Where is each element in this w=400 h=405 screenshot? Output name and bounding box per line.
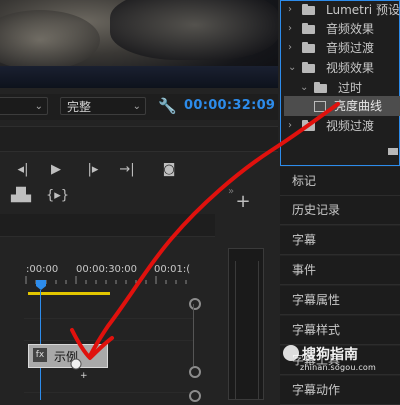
zoom-select[interactable]: ⌄ [0,97,48,115]
effects-item-label: 视频效果 [326,61,375,75]
effects-item-label: Lumetri 预设 [326,3,400,17]
folder-icon [302,4,315,15]
panel-events[interactable]: 事件 [280,256,400,285]
video-preview [0,0,278,88]
chevron-right-icon: › [288,120,292,131]
effects-item-label: 音频过渡 [326,41,375,55]
play-button[interactable]: ▶ [45,162,67,177]
extract-icon[interactable]: {▸} [46,188,69,203]
go-to-out-icon[interactable]: →| [116,162,138,177]
wrench-icon[interactable]: 🔧 [158,97,177,115]
panel-captions[interactable]: 字幕 [280,226,400,255]
quality-select[interactable]: 完整 ⌄ [60,97,146,115]
scroll-handle-top[interactable] [189,298,201,310]
chevron-right-icon: › [288,4,292,15]
time-ruler-ticks [25,276,187,284]
folder-icon [302,120,315,131]
panel-markers[interactable]: 标记 [280,167,400,196]
chevron-down-icon: ⌄ [132,101,141,112]
folder-icon [302,62,315,73]
folder-icon [302,23,315,34]
panel-history[interactable]: 历史记录 [280,196,400,225]
chevron-right-icon: › [288,42,292,53]
chevron-down-icon: ⌄ [34,101,43,112]
camera-icon[interactable]: ◙ [158,162,180,177]
track-row [24,318,194,341]
watermark-logo-icon [283,345,299,361]
quality-value: 完整 [67,100,92,114]
ruler-label-0: :00:00 [26,264,59,275]
watermark-url: zhinan.sogou.com [300,363,377,372]
chevron-down-icon: ⌄ [300,82,309,93]
scroll-handle-bottom[interactable] [189,366,201,378]
audio-meter [228,248,264,400]
step-forward-icon[interactable]: |▸ [82,162,104,177]
track-row [24,370,194,393]
panel-title-styles[interactable]: 字幕样式 [280,316,400,345]
effects-item-label: 视频过渡 [326,119,375,133]
effects-item-label: 过时 [338,81,363,95]
zoom-handle[interactable] [189,390,201,402]
ruler-label-1: 00:00:30:00 [76,264,138,275]
effect-icon [314,101,326,112]
ruler-label-2: 00:01:( [154,264,191,275]
chevron-down-icon: ⌄ [288,62,297,73]
watermark-title: 搜狗指南 [302,347,358,363]
monitor-scrub-bar[interactable] [0,126,278,152]
timeline-header [0,214,215,237]
clip-fx-icon: fx [33,348,47,362]
folder-icon [302,42,315,53]
vertical-scrollbar[interactable] [193,304,194,366]
effects-item-label: 音频效果 [326,22,375,36]
playhead-handle[interactable] [36,280,46,290]
clip-label: 示例 [54,350,79,364]
track-row [24,296,194,319]
overflow-icon[interactable]: » [220,186,242,197]
new-bin-icon[interactable] [388,148,398,155]
panel-title-actions[interactable]: 字幕动作 [280,376,400,405]
lift-icon[interactable]: ▟▙ [10,188,32,203]
chevron-right-icon: › [288,23,292,34]
folder-icon [314,82,327,93]
playhead-timecode[interactable]: 00:00:32:09 [184,98,275,113]
effects-item-label: 亮度曲线 [334,99,383,113]
mark-in-icon[interactable]: ◂| [12,162,34,177]
panel-title-properties[interactable]: 字幕属性 [280,286,400,315]
